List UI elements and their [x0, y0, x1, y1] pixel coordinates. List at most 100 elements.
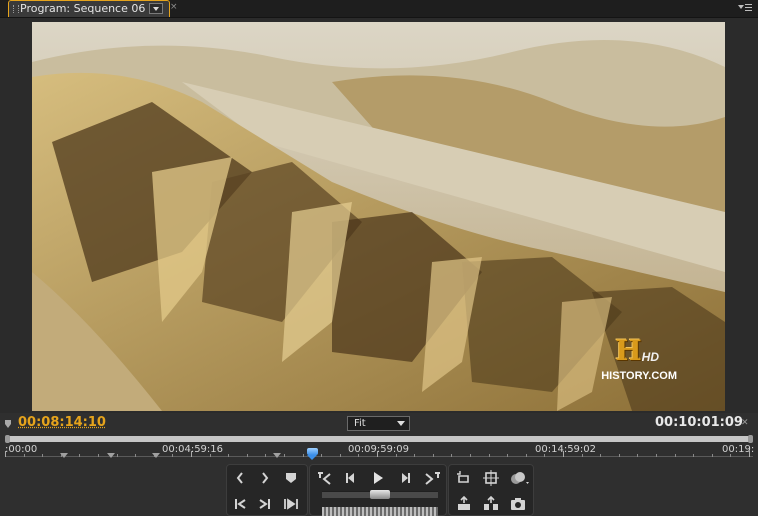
zoom-level-value: Fit — [354, 418, 366, 429]
current-timecode[interactable]: 00:08:14:10 — [18, 415, 106, 430]
ruler-tick — [98, 454, 99, 457]
panel-tab-bar: Program: Sequence 06 × — [0, 0, 758, 18]
go-to-previous-edit-button[interactable] — [314, 469, 336, 487]
time-ruler[interactable]: :00:00 00:04:59:16 00:09:59:09 00:14:59:… — [0, 443, 758, 461]
ruler-tick — [191, 451, 192, 457]
ruler-tick — [117, 454, 118, 457]
ruler-tick — [656, 454, 657, 457]
ruler-tick — [42, 454, 43, 457]
timecode-row: 00:08:14:10 Fit 00:10:01:09 ✕ — [0, 413, 758, 435]
duration-timecode: 00:10:01:09 — [655, 415, 743, 430]
marker-icon — [286, 473, 296, 483]
step-back-icon — [346, 473, 354, 483]
play-in-to-out-icon — [284, 498, 298, 510]
playhead[interactable] — [307, 448, 318, 460]
step-back-button[interactable] — [340, 469, 362, 487]
jog-slider[interactable] — [322, 490, 438, 499]
ruler-tick — [693, 454, 694, 457]
loop-icon — [457, 471, 469, 483]
extract-button[interactable] — [480, 495, 502, 513]
sequence-marker[interactable] — [107, 453, 115, 458]
output-icon — [511, 472, 529, 484]
watermark-hd-label: HD — [641, 350, 660, 364]
sequence-marker[interactable] — [152, 453, 160, 458]
mark-in-icon — [236, 472, 243, 484]
ruler-tick — [228, 454, 229, 457]
ruler-tick — [433, 454, 434, 457]
go-to-in-point-button[interactable] — [229, 495, 251, 513]
ruler-tick — [210, 454, 211, 457]
ruler-tick — [79, 454, 80, 457]
program-monitor-viewer: HHD HISTORY.COM — [0, 18, 758, 413]
ruler-tick — [712, 454, 713, 457]
shuttle-scrubber[interactable] — [322, 507, 438, 516]
step-forward-icon — [402, 473, 410, 483]
tab-grip-icon[interactable] — [13, 5, 19, 13]
output-button[interactable] — [507, 469, 529, 487]
go-to-out-point-button[interactable] — [254, 495, 276, 513]
loop-button[interactable] — [453, 469, 475, 487]
camera-icon — [511, 498, 525, 510]
go-to-next-edit-button[interactable] — [420, 469, 442, 487]
output-controls-group — [448, 464, 534, 516]
set-marker-button[interactable] — [280, 469, 302, 487]
ruler-tick — [749, 451, 750, 457]
scrollbar-right-handle[interactable] — [748, 435, 753, 443]
play-in-to-out-button[interactable] — [280, 495, 302, 513]
ruler-tick — [340, 454, 341, 457]
safe-margins-button[interactable] — [480, 469, 502, 487]
tab-program-monitor[interactable]: Program: Sequence 06 × — [8, 0, 178, 17]
ruler-tick — [730, 454, 731, 457]
ruler-label: :00:00 — [5, 444, 38, 455]
export-frame-button[interactable] — [507, 495, 529, 513]
ruler-tick — [507, 454, 508, 457]
tab-title: Program: Sequence 06 — [20, 2, 146, 15]
close-icon[interactable]: ✕ — [741, 418, 749, 428]
ruler-tick — [600, 454, 601, 457]
panel-menu-icon[interactable] — [738, 2, 752, 14]
sequence-dropdown-button[interactable] — [149, 3, 163, 14]
ruler-tick — [321, 454, 322, 457]
playback-controls-group — [309, 464, 447, 516]
watermark-h-letter: H — [615, 334, 642, 367]
ruler-tick — [247, 454, 248, 457]
lift-button[interactable] — [453, 495, 475, 513]
go-to-out-icon — [259, 499, 270, 509]
ruler-tick — [284, 454, 285, 457]
step-forward-button[interactable] — [394, 469, 416, 487]
transport-controls — [0, 461, 758, 516]
sequence-marker[interactable] — [60, 453, 68, 458]
lift-icon — [458, 496, 470, 510]
ruler-tick — [5, 451, 6, 457]
play-icon — [374, 472, 383, 484]
timeline-zoom-scrollbar[interactable] — [5, 435, 753, 443]
ruler-tick — [265, 454, 266, 457]
previous-edit-icon — [318, 472, 331, 485]
go-to-in-icon — [235, 499, 246, 509]
zoom-level-select[interactable]: Fit — [347, 416, 410, 431]
history-hd-logo: HHD HISTORY.COM — [601, 334, 677, 383]
scrollbar-left-handle[interactable] — [5, 435, 10, 443]
play-button[interactable] — [367, 469, 389, 487]
sequence-marker[interactable] — [273, 453, 281, 458]
ruler-tick — [489, 454, 490, 457]
watermark-site-label: HISTORY.COM — [601, 370, 677, 382]
ruler-tick — [582, 454, 583, 457]
ruler-tick — [563, 451, 564, 457]
ruler-tick — [414, 454, 415, 457]
mark-in-button[interactable] — [229, 469, 251, 487]
ruler-tick — [172, 454, 173, 457]
ruler-tick — [619, 454, 620, 457]
safe-margins-icon — [483, 470, 499, 486]
ruler-tick — [470, 454, 471, 457]
marker-controls-group — [226, 464, 308, 516]
jog-knob[interactable] — [370, 490, 390, 499]
ruler-tick — [358, 454, 359, 457]
video-frame[interactable]: HHD HISTORY.COM — [32, 22, 725, 411]
playhead-position-icon — [5, 420, 11, 428]
mark-out-button[interactable] — [254, 469, 276, 487]
ruler-tick — [675, 454, 676, 457]
ruler-tick — [24, 454, 25, 457]
tab-close-icon[interactable]: × — [170, 2, 178, 12]
ruler-tick — [526, 454, 527, 457]
